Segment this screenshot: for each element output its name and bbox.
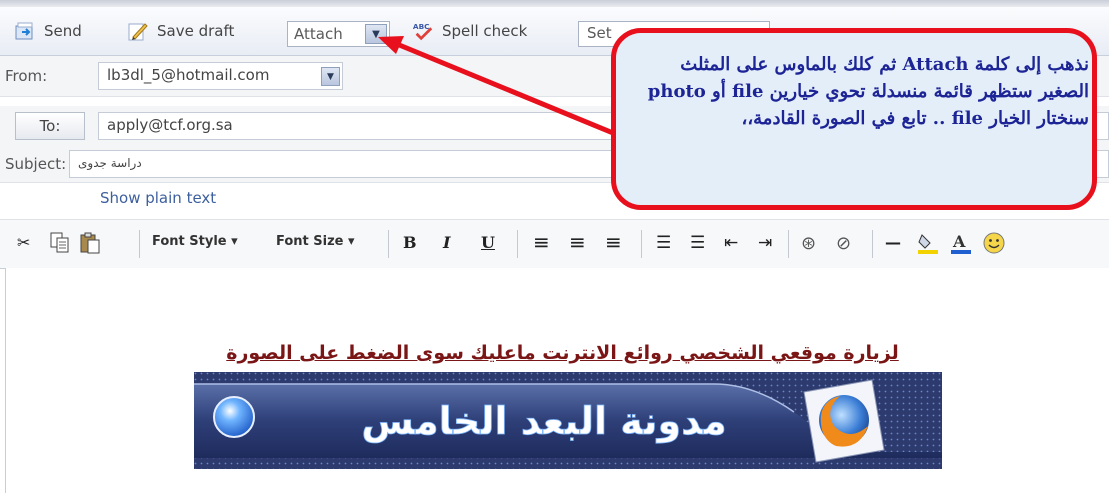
attach-label: Attach: [294, 25, 343, 43]
show-plain-text-link[interactable]: Show plain text: [100, 189, 216, 207]
cut-icon[interactable]: ✂: [17, 233, 30, 252]
font-style-dropdown[interactable]: Font Style ▾: [152, 234, 238, 249]
bold-button[interactable]: B: [403, 233, 417, 252]
spell-check-icon: ABC: [413, 22, 433, 41]
paste-icon[interactable]: [79, 232, 101, 254]
to-button-label: To:: [39, 117, 61, 135]
svg-text:A: A: [952, 232, 966, 251]
options-select-value: Set: [587, 24, 612, 42]
from-label: From:: [5, 67, 48, 85]
save-draft-label: Save draft: [157, 22, 235, 40]
callout-text: نذهب إلى كلمة Attach ثم كلك بالماوس على …: [647, 54, 1089, 129]
align-center-icon[interactable]: ≡: [569, 230, 586, 254]
visit-site-link[interactable]: لزيارة موقعي الشخصي روائع الانترنت ماعلي…: [220, 342, 905, 364]
numbered-list-icon[interactable]: ☰: [656, 233, 671, 253]
indent-icon[interactable]: ⇥: [758, 233, 772, 253]
instruction-callout: نذهب إلى كلمة Attach ثم كلك بالماوس على …: [611, 28, 1097, 210]
blog-banner-image[interactable]: مدونة البعد الخامس: [194, 372, 942, 469]
italic-button[interactable]: I: [443, 233, 450, 252]
window-top-strip: [0, 0, 1109, 7]
chevron-down-icon: ▼: [372, 28, 380, 40]
toolbar-divider: [641, 230, 642, 258]
chevron-down-icon: ▼: [327, 71, 334, 82]
font-size-dropdown[interactable]: Font Size ▾: [276, 234, 355, 249]
toolbar-divider: [139, 230, 140, 258]
outdent-icon[interactable]: ⇤: [724, 233, 738, 253]
underline-button[interactable]: U: [481, 233, 495, 252]
subject-label: Subject:: [5, 155, 67, 173]
spell-check-label: Spell check: [442, 22, 528, 40]
send-label: Send: [44, 22, 82, 40]
remove-link-icon[interactable]: ⊘: [836, 233, 851, 254]
link-icon[interactable]: ⊛: [801, 233, 816, 254]
subject-value: دراسة جدوى: [78, 156, 142, 170]
horizontal-rule-icon[interactable]: —: [885, 233, 901, 252]
from-select[interactable]: lb3dl_5@hotmail.com: [98, 62, 343, 90]
highlight-color-icon[interactable]: [916, 231, 940, 255]
send-icon: [15, 22, 33, 40]
pencil-icon: [128, 23, 148, 41]
bulleted-list-icon[interactable]: ☰: [690, 233, 705, 253]
send-button[interactable]: Send: [14, 18, 82, 44]
toolbar-divider: [872, 230, 873, 258]
align-right-icon[interactable]: ≡: [605, 230, 622, 254]
to-value: apply@tcf.org.sa: [107, 116, 233, 134]
attach-dropdown-arrow[interactable]: ▼: [365, 24, 387, 44]
save-draft-button[interactable]: Save draft: [127, 18, 234, 44]
emoticon-icon[interactable]: [982, 231, 1006, 255]
toolbar-divider: [388, 230, 389, 258]
from-value: lb3dl_5@hotmail.com: [107, 66, 270, 84]
formatting-toolbar: ✂ Font Style ▾ Font Size ▾ B I U ≡ ≡ ≡ ☰…: [0, 219, 1109, 269]
align-left-icon[interactable]: ≡: [533, 230, 550, 254]
copy-icon[interactable]: [50, 232, 70, 254]
font-color-icon[interactable]: A: [949, 231, 973, 255]
toolbar-divider: [517, 230, 518, 258]
svg-text:ABC: ABC: [413, 22, 430, 31]
to-button[interactable]: To:: [15, 112, 85, 140]
browser-logo: [803, 379, 885, 463]
toolbar-divider: [788, 230, 789, 258]
spell-check-button[interactable]: ABC Spell check: [412, 18, 527, 44]
banner-title: مدونة البعد الخامس: [361, 399, 726, 444]
attach-dropdown[interactable]: Attach ▼: [287, 21, 390, 47]
from-select-arrow[interactable]: ▼: [321, 67, 340, 86]
